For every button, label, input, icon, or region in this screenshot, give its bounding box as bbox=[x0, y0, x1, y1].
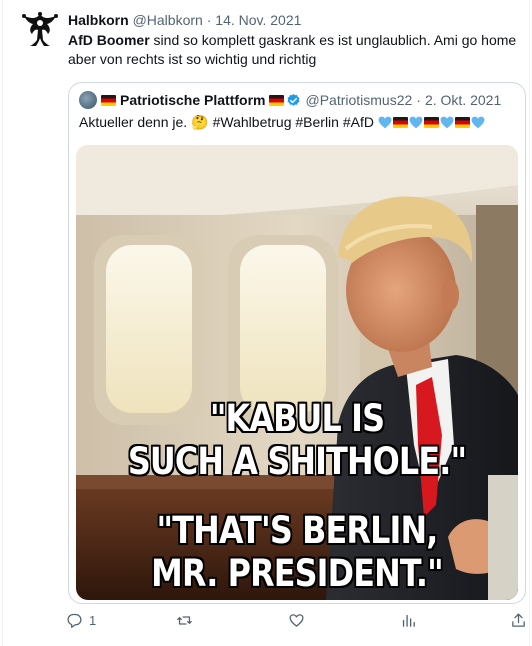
jester-icon[interactable] bbox=[20, 10, 60, 50]
german-flag-icon bbox=[269, 94, 285, 106]
views-icon bbox=[402, 614, 415, 627]
reply-icon bbox=[67, 613, 82, 628]
heart-icon bbox=[289, 614, 304, 627]
retweet-icon bbox=[177, 616, 192, 625]
quoted-text-prefix: Aktueller denn je. bbox=[79, 114, 188, 130]
action-bar: 1 bbox=[62, 612, 528, 634]
german-flag-icon bbox=[101, 94, 116, 106]
tweet-date[interactable]: 14. Nov. 2021 bbox=[215, 12, 301, 28]
tweet-header: Halbkorn @Halbkorn · 14. Nov. 2021 bbox=[68, 11, 301, 29]
meme-caption-top-line2: SUCH A SHITHOLE." bbox=[127, 440, 467, 483]
quoted-tweet-header: Patriotische Plattform @Patriotismus22 ·… bbox=[79, 91, 501, 109]
author-name[interactable]: Halbkorn bbox=[68, 12, 129, 28]
blue-heart-icon bbox=[409, 116, 423, 128]
author-handle[interactable]: @Halbkorn bbox=[133, 12, 203, 28]
blue-heart-icon bbox=[471, 116, 485, 128]
avatar[interactable] bbox=[79, 91, 97, 109]
thinking-emoji: 🤔 bbox=[191, 114, 209, 130]
quoted-tweet-date[interactable]: 2. Okt. 2021 bbox=[425, 91, 501, 109]
blue-heart-icon bbox=[378, 116, 392, 128]
share-button[interactable] bbox=[510, 612, 527, 629]
retweet-button[interactable] bbox=[176, 612, 193, 629]
meme-caption-bottom: "THAT'S BERLIN, MR. PRESIDENT." bbox=[107, 509, 487, 595]
german-flag-icon bbox=[423, 116, 439, 128]
separator: · bbox=[416, 92, 421, 108]
german-flag-icon bbox=[392, 116, 408, 128]
german-flag-icon bbox=[454, 116, 470, 128]
quoted-author-handle[interactable]: @Patriotismus22 bbox=[305, 91, 412, 109]
quoted-tweet[interactable]: Patriotische Plattform @Patriotismus22 ·… bbox=[68, 82, 526, 604]
separator: · bbox=[206, 12, 212, 28]
hashtags[interactable]: #Wahlbetrug #Berlin #AfD bbox=[213, 113, 374, 131]
meme-caption-top-line1: "KABUL IS bbox=[209, 397, 385, 440]
share-icon bbox=[512, 613, 525, 627]
meme-image[interactable]: "KABUL IS SUCH A SHITHOLE." "THAT'S BERL… bbox=[76, 145, 518, 600]
meme-caption-top: "KABUL IS SUCH A SHITHOLE." bbox=[107, 397, 487, 483]
tweet-text: AfD Boomer sind so komplett gaskrank es … bbox=[68, 31, 520, 69]
verified-badge-icon bbox=[288, 93, 300, 106]
quoted-author-name[interactable]: Patriotische Plattform bbox=[120, 91, 265, 109]
meme-caption-bottom-line2: MR. PRESIDENT." bbox=[151, 552, 444, 595]
reply-count: 1 bbox=[89, 613, 97, 628]
tweet-text-bold: AfD Boomer bbox=[68, 32, 150, 48]
meme-caption-bottom-line1: "THAT'S BERLIN, bbox=[156, 509, 439, 552]
like-button[interactable] bbox=[288, 612, 305, 629]
views-button[interactable] bbox=[400, 612, 417, 629]
blue-heart-icon bbox=[440, 116, 454, 128]
quoted-tweet-text: Aktueller denn je. 🤔 #Wahlbetrug #Berlin… bbox=[79, 113, 485, 131]
reply-button[interactable]: 1 bbox=[66, 612, 96, 629]
